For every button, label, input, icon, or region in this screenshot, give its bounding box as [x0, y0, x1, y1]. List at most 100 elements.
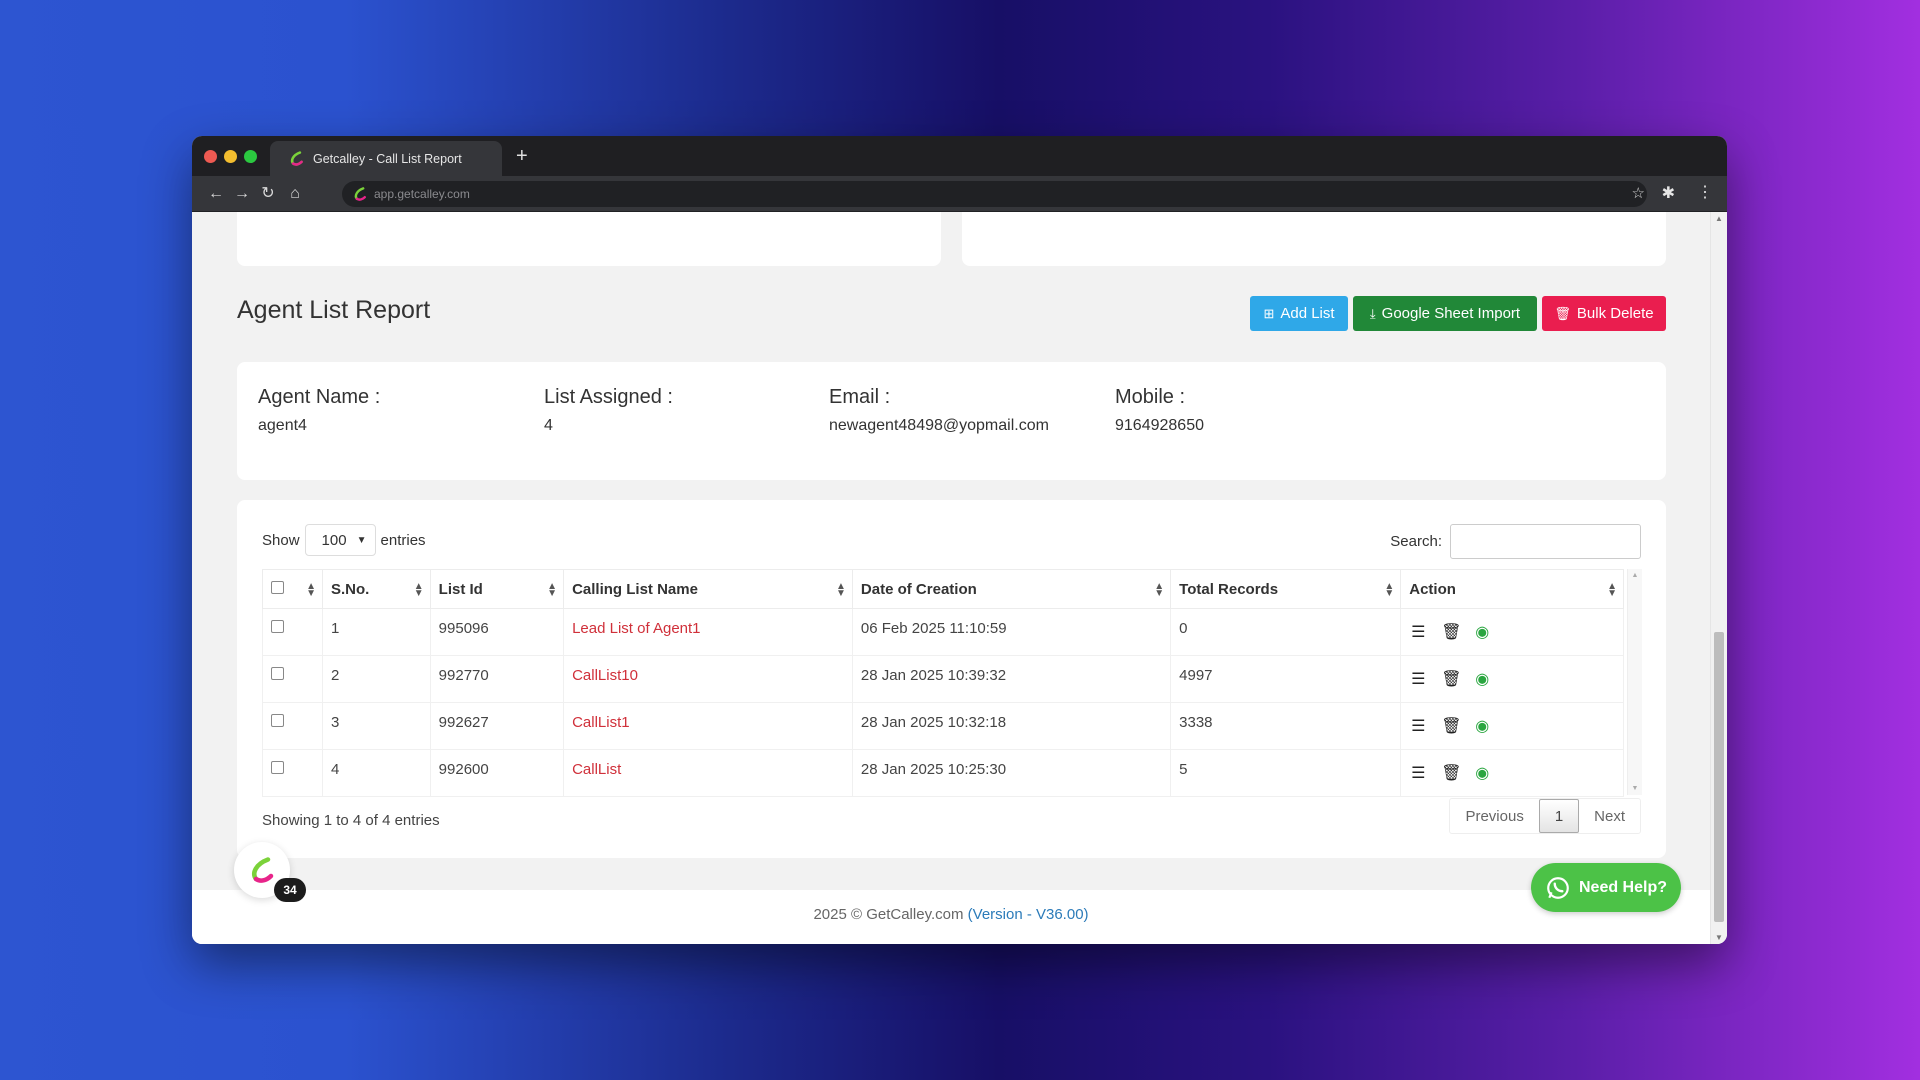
- extensions-icon[interactable]: ✱: [1662, 183, 1675, 203]
- calling-lists-table: ▲ ▼ S.No. ▲ ▼ List Id ▲ ▼ Calling List Name ▲ ▼…: [262, 569, 1624, 797]
- list-details-icon[interactable]: ☰: [1409, 763, 1427, 783]
- total-records-cell: 0: [1170, 608, 1402, 656]
- page-size-value: 100: [321, 531, 347, 549]
- bulk-delete-label: Bulk Delete: [1576, 305, 1654, 322]
- address-bar[interactable]: app.getcalley.com: [342, 181, 1647, 207]
- sort-icon[interactable]: ▲ ▼: [1607, 582, 1617, 599]
- column-header-date-of-creation[interactable]: Date of Creation ▲ ▼: [851, 569, 1172, 609]
- page-size-select[interactable]: 100 ▼: [304, 524, 376, 556]
- column-header-action[interactable]: Action ▲ ▼: [1400, 569, 1624, 609]
- scroll-up-icon[interactable]: ▲: [1711, 214, 1727, 223]
- scrollbar-thumb[interactable]: [1714, 632, 1724, 922]
- notification-count-badge: 34: [274, 878, 306, 902]
- page-length-control: Show 100 ▼ entries: [262, 524, 426, 556]
- next-page-button[interactable]: Next: [1579, 799, 1640, 833]
- add-list-button[interactable]: ⊞ Add List: [1250, 296, 1348, 331]
- page-1-button[interactable]: 1: [1538, 799, 1580, 833]
- sno-cell: 3: [321, 702, 431, 750]
- table-scrollbar[interactable]: ▲ ▼: [1627, 569, 1642, 795]
- column-header-total-records[interactable]: Total Records ▲ ▼: [1170, 569, 1402, 609]
- delete-icon[interactable]: 🗑: [1441, 716, 1461, 736]
- row-checkbox[interactable]: [271, 761, 284, 774]
- home-icon[interactable]: ⌂: [285, 184, 305, 204]
- view-eye-icon[interactable]: ◉: [1473, 763, 1491, 783]
- sort-icon[interactable]: ▲ ▼: [414, 582, 424, 599]
- table-row: 1 995096 Lead List of Agent1 06 Feb 2025…: [262, 608, 1624, 656]
- scroll-down-icon[interactable]: ▼: [1628, 785, 1642, 792]
- scroll-up-icon[interactable]: ▲: [1628, 572, 1642, 579]
- table-row: 3 992627 CallList1 28 Jan 2025 10:32:18 …: [262, 702, 1624, 750]
- reload-icon[interactable]: ↻: [258, 184, 278, 204]
- delete-icon[interactable]: 🗑: [1441, 669, 1461, 689]
- view-eye-icon[interactable]: ◉: [1473, 669, 1491, 689]
- whatsapp-icon: [1547, 876, 1569, 899]
- column-header-sno[interactable]: S.No. ▲ ▼: [321, 569, 431, 609]
- agent-name-field: Agent Name : agent4: [258, 386, 380, 435]
- version-link[interactable]: (Version - V36.00): [968, 906, 1089, 923]
- close-window-button[interactable]: [204, 150, 217, 163]
- list-name-link[interactable]: Lead List of Agent1: [572, 620, 700, 637]
- browser-menu-icon[interactable]: ⋮: [1697, 182, 1713, 202]
- page-viewport: Agent List Report ⊞ Add List ⤓ Google Sh…: [192, 212, 1727, 944]
- list-assigned-value: 4: [544, 417, 553, 434]
- list-name-link[interactable]: CallList10: [572, 667, 638, 684]
- list-name-link[interactable]: CallList: [572, 761, 621, 778]
- list-details-icon[interactable]: ☰: [1409, 716, 1427, 736]
- bookmark-star-icon[interactable]: ☆: [1632, 184, 1645, 202]
- previous-page-button[interactable]: Previous: [1450, 799, 1538, 833]
- new-tab-button[interactable]: +: [516, 144, 528, 168]
- sort-icon[interactable]: ▲ ▼: [306, 582, 316, 599]
- page-title: Agent List Report: [237, 296, 431, 324]
- bulk-delete-button[interactable]: 🗑 Bulk Delete: [1542, 296, 1666, 331]
- date-cell: 28 Jan 2025 10:39:32: [851, 655, 1172, 703]
- date-cell: 28 Jan 2025 10:32:18: [851, 702, 1172, 750]
- getcalley-logo-icon: [252, 857, 274, 883]
- show-label: Show: [262, 531, 300, 549]
- sort-icon[interactable]: ▲ ▼: [1154, 582, 1164, 599]
- column-header-calling-list-name[interactable]: Calling List Name ▲ ▼: [563, 569, 853, 609]
- add-list-label: Add List: [1280, 305, 1335, 322]
- scroll-down-icon[interactable]: ▼: [1711, 933, 1727, 942]
- forward-icon[interactable]: →: [232, 184, 252, 204]
- email-value: newagent48498@yopmail.com: [829, 417, 1049, 434]
- entries-label: entries: [380, 531, 426, 549]
- summary-card-right: [962, 212, 1666, 266]
- tab-title: Getcalley - Call List Report: [313, 151, 462, 166]
- search-input[interactable]: [1450, 524, 1641, 559]
- mobile-field: Mobile : 9164928650: [1115, 386, 1204, 435]
- email-label: Email :: [829, 386, 891, 408]
- minimize-window-button[interactable]: [224, 150, 237, 163]
- browser-tab[interactable]: Getcalley - Call List Report: [270, 141, 502, 176]
- list-id-cell: 995096: [429, 608, 565, 656]
- email-field: Email : newagent48498@yopmail.com: [829, 386, 1049, 435]
- delete-icon[interactable]: 🗑: [1441, 763, 1461, 783]
- row-checkbox[interactable]: [271, 714, 284, 727]
- select-all-checkbox[interactable]: [271, 580, 284, 594]
- google-sheet-import-button[interactable]: ⤓ Google Sheet Import: [1353, 296, 1537, 331]
- view-eye-icon[interactable]: ◉: [1473, 622, 1491, 642]
- list-details-icon[interactable]: ☰: [1409, 622, 1427, 642]
- row-checkbox[interactable]: [271, 620, 284, 633]
- list-assigned-label: List Assigned :: [544, 386, 673, 408]
- mobile-label: Mobile :: [1115, 386, 1186, 408]
- sort-icon[interactable]: ▲ ▼: [547, 582, 557, 599]
- summary-card-left: [237, 212, 941, 266]
- back-icon[interactable]: ←: [206, 184, 226, 204]
- view-eye-icon[interactable]: ◉: [1473, 716, 1491, 736]
- list-id-cell: 992600: [429, 749, 565, 797]
- table-info: Showing 1 to 4 of 4 entries: [262, 812, 440, 829]
- google-sheet-import-label: Google Sheet Import: [1381, 305, 1521, 322]
- sort-icon[interactable]: ▲ ▼: [1384, 582, 1394, 599]
- sort-icon[interactable]: ▲ ▼: [836, 582, 846, 599]
- column-header-list-id[interactable]: List Id ▲ ▼: [429, 569, 565, 609]
- list-name-link[interactable]: CallList1: [572, 714, 630, 731]
- select-all-header[interactable]: ▲ ▼: [262, 569, 323, 609]
- maximize-window-button[interactable]: [244, 150, 257, 163]
- list-details-icon[interactable]: ☰: [1409, 669, 1427, 689]
- need-help-button[interactable]: Need Help?: [1531, 863, 1681, 912]
- sno-cell: 4: [321, 749, 431, 797]
- sno-cell: 2: [321, 655, 431, 703]
- delete-icon[interactable]: 🗑: [1441, 622, 1461, 642]
- row-checkbox[interactable]: [271, 667, 284, 680]
- page-scrollbar[interactable]: ▲ ▼: [1710, 212, 1727, 944]
